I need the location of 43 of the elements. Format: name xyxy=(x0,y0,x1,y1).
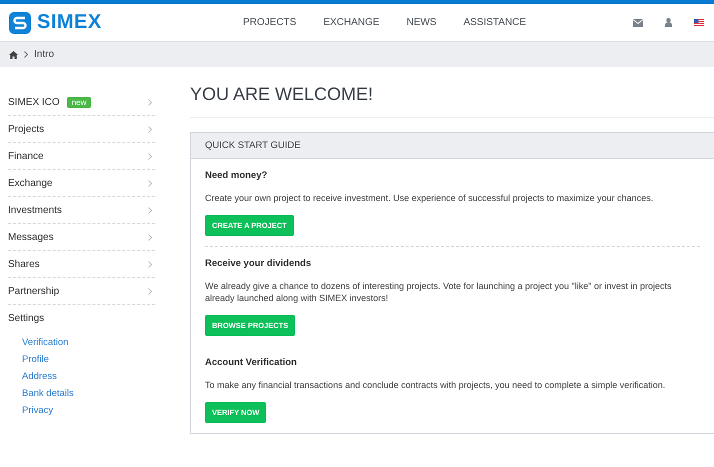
sidebar-item[interactable]: Messages xyxy=(8,232,54,242)
chevron-icon xyxy=(148,98,152,106)
section-text: We already give a chance to dozens of interesting projects. Vote for launching a project you "like" or invest in projects already launched along with SIMEX investors! xyxy=(205,280,672,304)
sidebar-item[interactable]: Partnership xyxy=(8,286,60,296)
breadcrumb-current: Intro xyxy=(34,49,54,60)
logo-text: SIMEX xyxy=(37,11,102,34)
user-icon[interactable] xyxy=(665,18,672,27)
sidebar-item[interactable]: Investments xyxy=(8,204,62,216)
section-heading: Account Verification xyxy=(205,357,298,368)
sidebar-item[interactable]: SIMEX ICO xyxy=(8,96,60,108)
chevron-icon xyxy=(148,288,152,294)
submenu-link[interactable]: Privacy xyxy=(22,405,155,416)
sidebar-item[interactable]: Projects xyxy=(8,124,44,134)
chevron-icon xyxy=(148,234,152,240)
section-heading: Need money? xyxy=(205,170,268,181)
section-text: Create your own project to receive investment. Use experience of successful projects to maximize your chances. xyxy=(205,192,654,204)
submenu-link[interactable]: Address xyxy=(22,371,155,382)
nav-link[interactable]: NEWS xyxy=(406,17,436,28)
mail-icon[interactable] xyxy=(633,18,643,26)
logo-icon xyxy=(8,10,32,34)
sidebar-item[interactable]: Exchange xyxy=(8,178,52,188)
flag-icon[interactable] xyxy=(694,19,704,26)
nav-link[interactable]: ASSISTANCE xyxy=(463,17,526,28)
submenu-link[interactable]: Bank details xyxy=(22,388,155,399)
section-text: To make any financial transactions and conclude contracts with projects, you need to complete a simple verification. xyxy=(205,379,666,391)
page-title: YOU ARE WELCOME! xyxy=(190,84,714,118)
sidebar-item[interactable]: Settings xyxy=(8,312,44,324)
chevron-icon xyxy=(148,126,152,132)
chevron-icon xyxy=(148,180,152,186)
submenu-link[interactable]: Verification xyxy=(22,337,155,348)
home-icon[interactable] xyxy=(9,50,18,58)
card-header: QUICK START GUIDE xyxy=(191,133,714,159)
chevron-icon xyxy=(24,51,28,58)
submenu-link[interactable]: Profile xyxy=(22,354,155,365)
sidebar-item[interactable]: Finance xyxy=(8,150,44,162)
section-heading: Receive your dividends xyxy=(205,258,312,269)
nav-link[interactable]: EXCHANGE xyxy=(323,17,380,28)
nav-link[interactable]: PROJECTS xyxy=(243,17,296,28)
chevron-icon xyxy=(148,260,152,268)
chevron-icon xyxy=(148,152,152,160)
new-badge: new xyxy=(66,96,92,108)
sidebar-item[interactable]: Shares xyxy=(8,258,40,270)
chevron-icon xyxy=(148,206,152,214)
